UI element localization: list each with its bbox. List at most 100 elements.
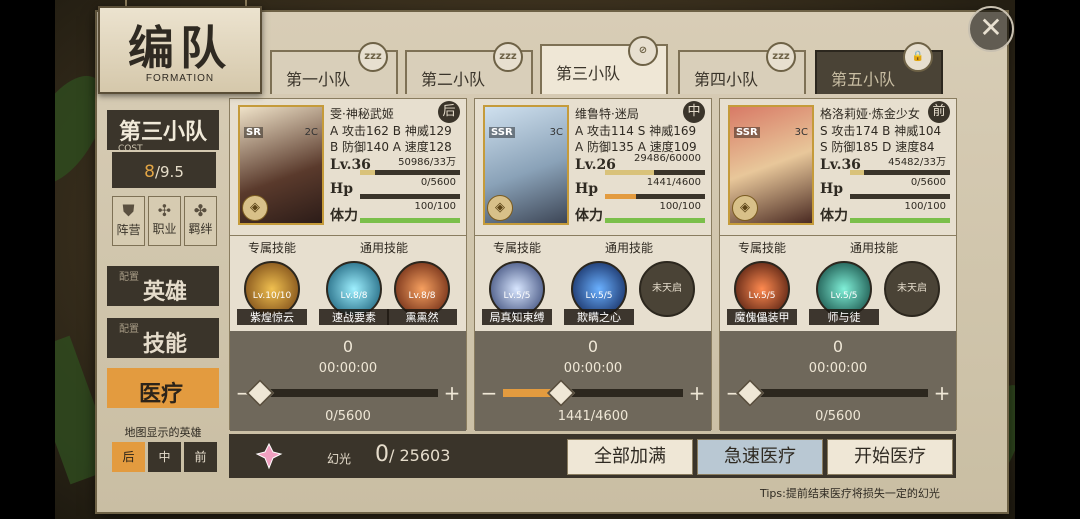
glow-used: 0 [375,442,389,467]
sleep-icon: zzz [493,42,523,72]
skill-header: 专属技能 通用技能 [475,235,711,258]
exp-value: 45482/33万 [888,157,946,168]
hp-track [605,194,705,199]
skill-icon[interactable]: 未天启 [884,261,940,317]
skill-name: 紫煌惊云 [237,309,307,325]
heal-slider[interactable] [735,378,928,408]
hp-value: 0/5600 [910,177,946,188]
tab-team-3[interactable]: 第三小队 ⊘ [540,36,668,94]
heal-slider[interactable] [503,378,683,408]
skill-icon[interactable]: 未天启 [639,261,695,317]
heal-time: 00:00:00 [808,361,868,376]
stat-spd: D 速度84 [882,140,935,154]
side-main-label: 医疗 [139,381,184,407]
stamina-fill [605,218,705,223]
level-bar: Lv.36 45482/33万 [820,157,950,175]
position-middle-button[interactable]: 中 [148,442,181,472]
hp-track [850,194,950,199]
config-heroes-button[interactable]: 配置 英雄 [107,266,219,306]
class-label: 职业 [152,222,177,236]
plus-button[interactable]: + [930,381,954,405]
exclusive-skill-label: 专属技能 [493,241,542,255]
exclusive-skill-label: 专属技能 [738,241,787,255]
start-heal-button[interactable]: 开始医疗 [827,439,953,475]
slider-handle[interactable] [546,378,575,408]
hp-label: Hp [575,181,599,197]
lock-icon: 🔒 [903,42,933,72]
stamina-value: 100/100 [414,201,456,212]
hp-bar: Hp 1441/4600 [575,177,705,199]
glow-label: 幻光 [327,452,352,466]
skill-level: Lv.5/5 [830,291,858,301]
fill-all-button[interactable]: 全部加满 [567,439,693,475]
tab-team-5[interactable]: 第五小队 🔒 [815,42,943,94]
side-main-label: 技能 [143,331,188,357]
stat-power: B 神威104 [882,124,942,138]
skill-name: 熏熏然 [387,309,457,325]
heal-time: 00:00:00 [563,361,623,376]
stamina-value: 100/100 [659,201,701,212]
position-back-button[interactable]: 后 [112,442,145,472]
glow-total: 25603 [399,446,451,465]
bond-label: 羁绊 [188,222,213,236]
skill-name: 欺瞒之心 [564,309,634,325]
row-position-badge: 后 [438,101,460,123]
stamina-track [360,218,460,223]
position-front-button[interactable]: 前 [184,442,217,472]
hero-card[interactable]: SSR 3C ◈ 维鲁特·迷局 中 A 攻击114 S 神威169 A 防御13… [474,98,712,431]
side-main-label: 英雄 [143,279,188,305]
class-icon: ◈ [732,195,758,221]
exp-fill [850,170,864,175]
bond-icon: ✤ [193,201,208,220]
level-bar: Lv.26 29486/60000 [575,153,705,175]
class-icon: ◈ [487,195,513,221]
minus-button[interactable]: − [477,381,501,405]
faction-button[interactable]: ⛊ 阵营 [112,196,145,246]
skill-name: 速战要素 [319,309,389,325]
tab-label: 第一小队 [286,70,351,89]
tab-label: 第三小队 [556,64,621,83]
common-skill-label: 通用技能 [605,241,654,255]
rarity-badge: SSR [734,127,760,138]
stamina-bar: 体力 100/100 [820,201,950,224]
plus-button[interactable]: + [440,381,464,405]
tab-team-4[interactable]: 第四小队 zzz [678,42,806,94]
sleep-icon: zzz [358,42,388,72]
class-icon: ◈ [242,195,268,221]
sleep-icon: zzz [766,42,796,72]
class-button[interactable]: ✣ 职业 [148,196,181,246]
stamina-label: 体力 [820,208,848,224]
hero-card[interactable]: SSR 3C ◈ 格洛莉娅·炼金少女 前 S 攻击174 B 神威104 S 防… [719,98,957,431]
cost-tag: 3C [549,127,563,138]
stat-spd: A 速度109 [637,140,697,154]
stamina-label: 体力 [330,208,358,224]
hero-portrait: SR 2C ◈ [238,105,324,225]
bond-button[interactable]: ✤ 羁绊 [184,196,217,246]
cost-tag: 3C [794,127,808,138]
hero-stats: A 攻击114 S 神威169 A 防御135 A 速度109 [575,123,709,155]
tab-team-2[interactable]: 第二小队 zzz [405,42,533,94]
side-sub-label: 配置 [119,272,139,283]
stamina-fill [850,218,950,223]
quick-heal-button[interactable]: 急速医疗 [697,439,823,475]
stat-spd: A 速度128 [392,140,452,154]
page-subtitle: FORMATION [145,73,215,84]
plus-button[interactable]: + [685,381,709,405]
config-skills-button[interactable]: 配置 技能 [107,318,219,358]
map-heroes-label: 地图显示的英雄 [124,426,202,439]
heal-time: 00:00:00 [318,361,378,376]
class-icon: ✣ [157,201,172,220]
heal-count: 0 [342,337,354,356]
heal-slider[interactable] [245,378,438,408]
exp-track [850,170,950,175]
hero-card[interactable]: SR 2C ◈ 雯·神秘武姬 后 A 攻击162 B 神威129 B 防御140… [229,98,467,431]
tab-team-1[interactable]: 第一小队 zzz [270,42,398,94]
skill-header: 专属技能 通用技能 [720,235,956,258]
medical-button[interactable]: 医疗 [107,368,219,408]
skill-name: 魔傀儡装甲 [727,309,797,325]
hp-bar: Hp 0/5600 [820,177,950,199]
skill-level: Lv.5/5 [503,291,531,301]
close-button[interactable]: ✕ [968,6,1014,52]
side-sub-label: 配置 [119,324,139,335]
row-position-badge: 前 [928,101,950,123]
